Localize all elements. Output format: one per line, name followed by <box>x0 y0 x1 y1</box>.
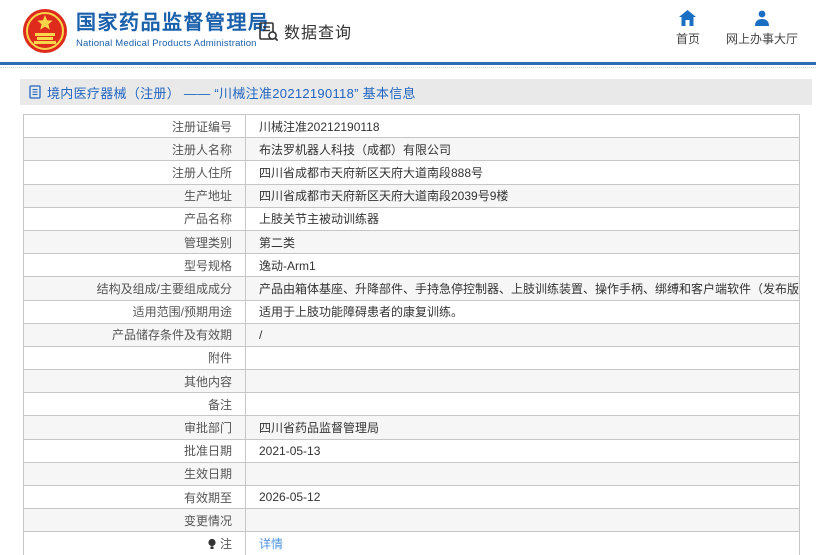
row-label: 变更情况 <box>24 509 246 531</box>
row-label: 注 <box>24 532 246 555</box>
table-row: 其他内容 <box>24 370 799 393</box>
row-label-text: 审批部门 <box>184 419 232 436</box>
header-divider-dotted <box>0 67 816 68</box>
row-label-text: 适用范围/预期用途 <box>133 303 232 320</box>
data-query-label: 数据查询 <box>284 19 352 43</box>
row-value: 川械注准20212190118 <box>246 115 799 137</box>
title-bar: 境内医疗器械（注册） —— “川械注准20212190118” 基本信息 <box>20 79 812 105</box>
nav-service-hall[interactable]: 网上办事大厅 <box>726 10 798 47</box>
table-row: 注册人名称 布法罗机器人科技（成都）有限公司 <box>24 138 799 161</box>
row-label-text: 产品名称 <box>184 210 232 227</box>
table-row: 生产地址 四川省成都市天府新区天府大道南段2039号9楼 <box>24 185 799 208</box>
row-label: 产品名称 <box>24 208 246 230</box>
row-label-text: 注册人住所 <box>172 164 232 181</box>
row-value: 适用于上肢功能障碍患者的康复训练。 <box>246 301 799 323</box>
org-name: 国家药品监督管理局 <box>76 10 270 36</box>
info-table: 注册证编号 川械注准20212190118 注册人名称 布法罗机器人科技（成都）… <box>23 114 800 555</box>
document-icon <box>29 85 42 99</box>
row-label-text: 注册证编号 <box>172 118 232 135</box>
row-label: 生产地址 <box>24 185 246 207</box>
row-label-text: 备注 <box>208 396 232 413</box>
row-label: 审批部门 <box>24 416 246 438</box>
table-row: 生效日期 <box>24 463 799 486</box>
row-label-text: 管理类别 <box>184 234 232 251</box>
row-value <box>246 393 799 415</box>
national-emblem-logo <box>22 8 68 54</box>
row-label-text: 生效日期 <box>184 465 232 482</box>
row-label: 型号规格 <box>24 254 246 276</box>
data-query-nav[interactable]: 数据查询 <box>258 19 352 43</box>
row-label: 其他内容 <box>24 370 246 392</box>
row-label-text: 批准日期 <box>184 442 232 459</box>
table-row: 结构及组成/主要组成成分 产品由箱体基座、升降部件、手持急停控制器、上肢训练装置… <box>24 277 799 300</box>
details-link[interactable]: 详情 <box>259 535 283 552</box>
header-divider <box>0 62 816 65</box>
row-label: 批准日期 <box>24 440 246 462</box>
row-label-text: 变更情况 <box>184 512 232 529</box>
row-value <box>246 347 799 369</box>
row-label: 产品储存条件及有效期 <box>24 324 246 346</box>
row-label: 生效日期 <box>24 463 246 485</box>
table-row: 批准日期 2021-05-13 <box>24 440 799 463</box>
table-row: 注册人住所 四川省成都市天府新区天府大道南段888号 <box>24 161 799 184</box>
row-label: 注册人名称 <box>24 138 246 160</box>
row-value: 四川省药品监督管理局 <box>246 416 799 438</box>
row-label-text: 其他内容 <box>184 373 232 390</box>
org-name-en: National Medical Products Administration <box>76 38 270 49</box>
row-label: 有效期至 <box>24 486 246 508</box>
row-value <box>246 509 799 531</box>
home-icon <box>679 10 696 26</box>
person-icon <box>754 10 770 26</box>
top-nav: 首页 网上办事大厅 <box>676 10 798 47</box>
table-row: 备注 <box>24 393 799 416</box>
row-value <box>246 463 799 485</box>
row-value: 产品由箱体基座、升降部件、手持急停控制器、上肢训练装置、操作手柄、绑缚和客户端软… <box>246 277 799 299</box>
note-bulb-icon <box>207 538 217 550</box>
row-label-text: 结构及组成/主要组成成分 <box>97 280 232 297</box>
brand-block: 国家药品监督管理局 National Medical Products Admi… <box>76 10 270 49</box>
row-value: 逸动-Arm1 <box>246 254 799 276</box>
row-label: 注册人住所 <box>24 161 246 183</box>
table-row: 注 详情 <box>24 532 799 555</box>
header: 国家药品监督管理局 National Medical Products Admi… <box>0 0 816 62</box>
row-value: 详情 <box>246 532 799 555</box>
nav-service-hall-label: 网上办事大厅 <box>726 30 798 47</box>
row-value: 2021-05-13 <box>246 440 799 462</box>
row-label: 注册证编号 <box>24 115 246 137</box>
row-label-text: 有效期至 <box>184 489 232 506</box>
row-value: 上肢关节主被动训练器 <box>246 208 799 230</box>
row-label: 备注 <box>24 393 246 415</box>
row-label-text: 注册人名称 <box>172 141 232 158</box>
row-value <box>246 370 799 392</box>
data-query-icon <box>258 21 279 42</box>
row-value: / <box>246 324 799 346</box>
row-label: 结构及组成/主要组成成分 <box>24 277 246 299</box>
table-row: 有效期至 2026-05-12 <box>24 486 799 509</box>
table-row: 管理类别 第二类 <box>24 231 799 254</box>
table-row: 附件 <box>24 347 799 370</box>
table-row: 型号规格 逸动-Arm1 <box>24 254 799 277</box>
nav-home[interactable]: 首页 <box>676 10 700 47</box>
row-label-text: 型号规格 <box>184 257 232 274</box>
row-label-text: 生产地址 <box>184 187 232 204</box>
table-row: 注册证编号 川械注准20212190118 <box>24 115 799 138</box>
table-row: 产品储存条件及有效期 / <box>24 324 799 347</box>
table-row: 变更情况 <box>24 509 799 532</box>
row-label-text: 产品储存条件及有效期 <box>112 326 232 343</box>
row-label: 管理类别 <box>24 231 246 253</box>
row-value: 四川省成都市天府新区天府大道南段2039号9楼 <box>246 185 799 207</box>
table-row: 产品名称 上肢关节主被动训练器 <box>24 208 799 231</box>
row-label-text: 附件 <box>208 349 232 366</box>
row-label: 适用范围/预期用途 <box>24 301 246 323</box>
row-label: 附件 <box>24 347 246 369</box>
row-value: 布法罗机器人科技（成都）有限公司 <box>246 138 799 160</box>
row-value: 四川省成都市天府新区天府大道南段888号 <box>246 161 799 183</box>
page-title: 境内医疗器械（注册） —— “川械注准20212190118” 基本信息 <box>47 83 416 102</box>
row-value: 2026-05-12 <box>246 486 799 508</box>
nav-home-label: 首页 <box>676 30 700 47</box>
table-row: 适用范围/预期用途 适用于上肢功能障碍患者的康复训练。 <box>24 301 799 324</box>
table-row: 审批部门 四川省药品监督管理局 <box>24 416 799 439</box>
row-label-text: 注 <box>220 535 232 552</box>
row-value: 第二类 <box>246 231 799 253</box>
